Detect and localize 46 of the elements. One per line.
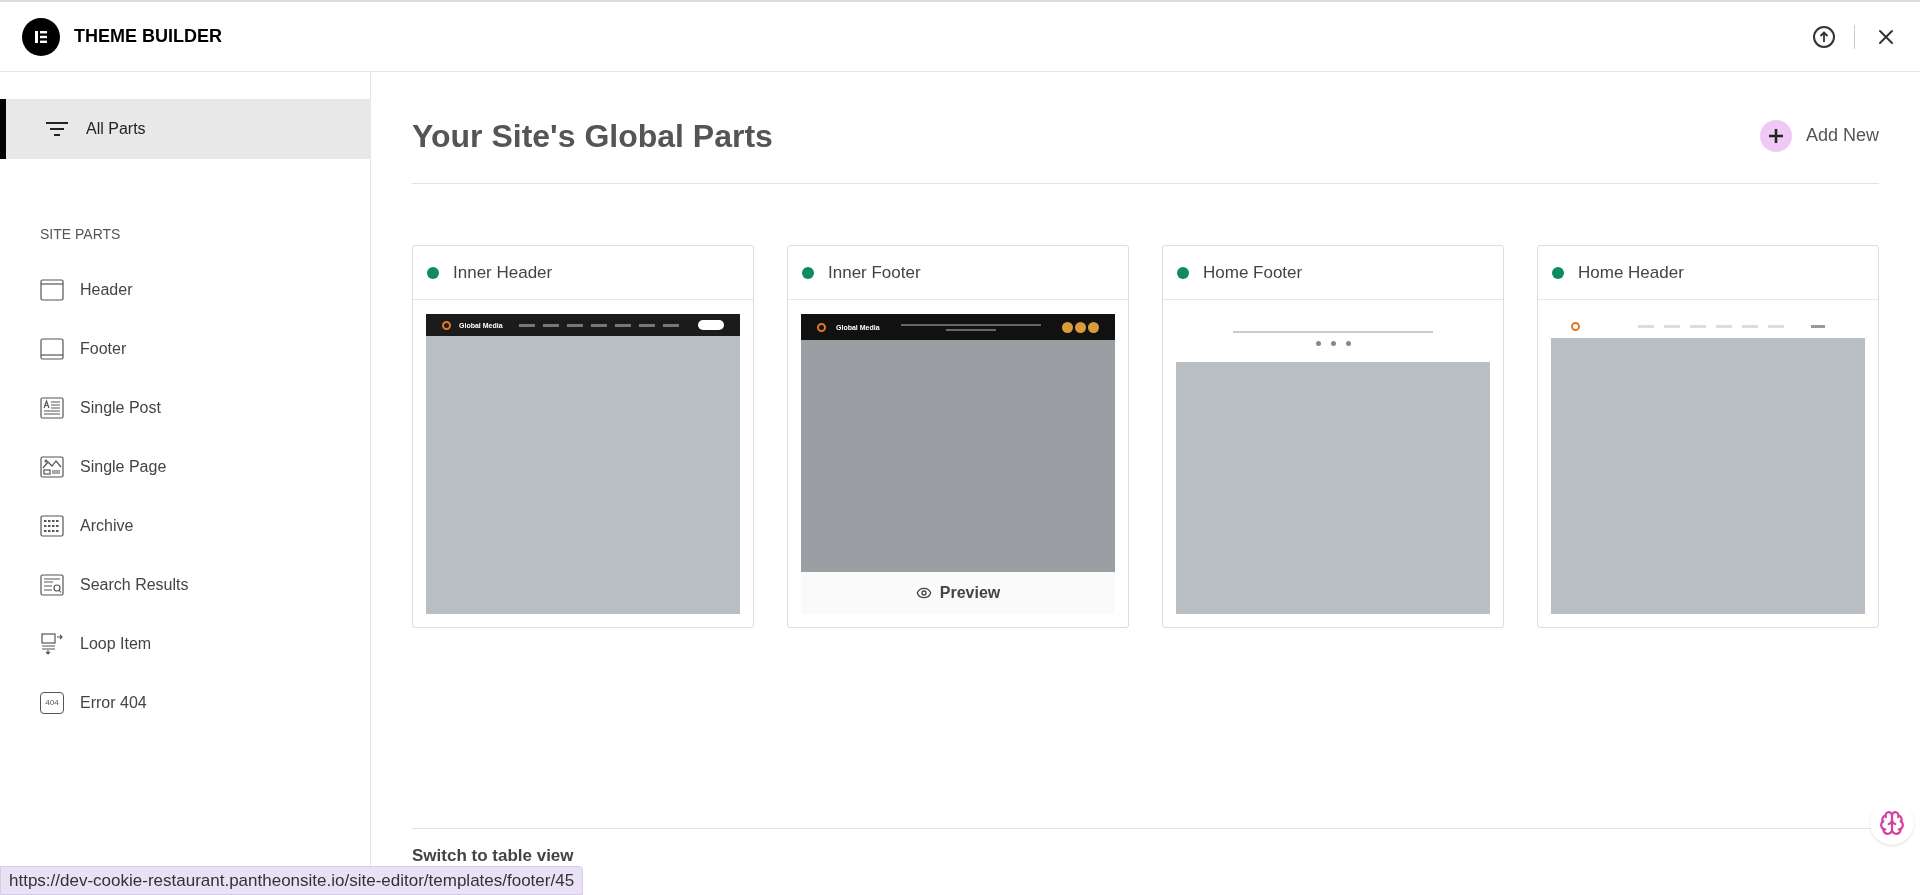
sidebar-item[interactable]: Loop Item <box>0 631 370 656</box>
social-icon <box>1062 321 1073 333</box>
sidebar-item[interactable]: Single Page <box>0 454 370 479</box>
sidebar-item[interactable]: 404 Error 404 <box>0 690 370 715</box>
filter-icon <box>46 122 68 136</box>
sidebar-item[interactable]: Single Post <box>0 395 370 420</box>
add-new-button[interactable]: Add New <box>1759 119 1879 152</box>
template-card[interactable]: Home Header <box>1537 245 1879 628</box>
eye-icon <box>915 585 932 601</box>
preview-button[interactable]: Preview <box>801 572 1115 614</box>
image-page-icon <box>40 455 64 478</box>
signup-pill <box>698 320 724 330</box>
social-icon <box>1345 340 1351 346</box>
logo-ring-icon <box>1571 321 1580 331</box>
template-card[interactable]: Home Footer <box>1162 245 1504 628</box>
social-icon <box>1075 321 1086 333</box>
logo-icon <box>22 17 60 56</box>
card-title: Inner Header <box>453 261 553 284</box>
card-title: Home Header <box>1578 261 1684 284</box>
url-tooltip: https://dev-cookie-restaurant.pantheonsite.io/site-editor/templates/footer/45 <box>0 865 584 895</box>
sidebar-item[interactable]: All Parts <box>0 99 370 159</box>
card-title: Inner Footer <box>828 261 921 284</box>
header-layout-icon <box>40 278 64 301</box>
loop-item-icon <box>40 632 64 655</box>
sidebar-item[interactable]: Footer <box>0 336 370 361</box>
sidebar-item[interactable]: Search Results <box>0 572 370 597</box>
document-icon <box>40 396 64 419</box>
footer-layout-icon <box>40 337 64 360</box>
logo-ring-icon <box>817 322 826 332</box>
card-title: Home Footer <box>1203 261 1303 284</box>
brain-icon[interactable] <box>1870 801 1914 845</box>
copyright-line <box>945 328 996 331</box>
social-icon <box>1330 340 1336 346</box>
error-page-icon: 404 <box>40 691 64 714</box>
logo-ring-icon <box>442 320 451 330</box>
app-title: THEME BUILDER <box>74 25 222 48</box>
social-icon <box>1088 321 1099 333</box>
sidebar-item[interactable]: Header <box>0 277 370 302</box>
social-icon <box>1315 340 1321 346</box>
sidebar-item[interactable]: Archive <box>0 513 370 538</box>
upload-icon[interactable] <box>1813 25 1835 48</box>
plus-icon <box>1759 119 1792 152</box>
grid-icon <box>40 514 64 537</box>
search-list-icon <box>40 573 64 596</box>
section-title: SITE PARTS <box>40 225 122 244</box>
page-title: Your Site's Global Parts <box>412 116 773 156</box>
